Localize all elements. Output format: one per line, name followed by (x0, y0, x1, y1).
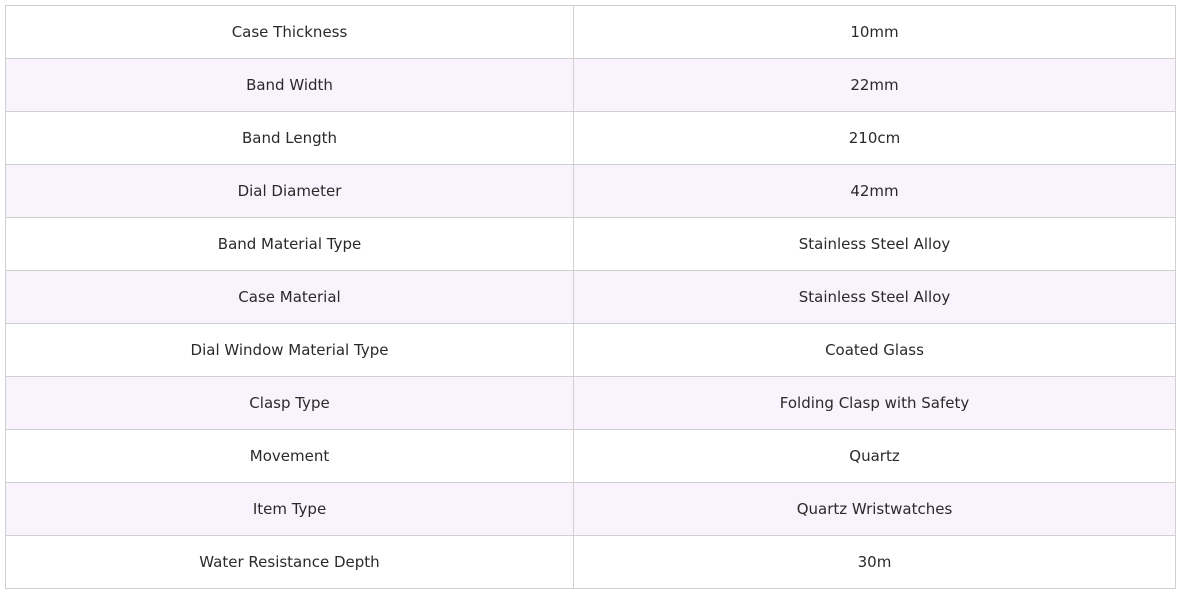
spec-value: Quartz (573, 429, 1176, 483)
spec-label: Dial Diameter (5, 164, 574, 218)
spec-label: Case Material (5, 270, 574, 324)
spec-value: 10mm (573, 5, 1176, 59)
spec-label: Band Material Type (5, 217, 574, 271)
table-row: Item Type Quartz Wristwatches (5, 482, 1176, 536)
spec-label: Band Length (5, 111, 574, 165)
specifications-table: Case Thickness 10mm Band Width 22mm Band… (5, 5, 1176, 589)
table-row: Dial Window Material Type Coated Glass (5, 323, 1176, 377)
spec-label: Item Type (5, 482, 574, 536)
table-row: Case Thickness 10mm (5, 5, 1176, 59)
spec-label: Band Width (5, 58, 574, 112)
table-row: Movement Quartz (5, 429, 1176, 483)
spec-label: Case Thickness (5, 5, 574, 59)
spec-value: Folding Clasp with Safety (573, 376, 1176, 430)
spec-value: Quartz Wristwatches (573, 482, 1176, 536)
spec-value: Stainless Steel Alloy (573, 217, 1176, 271)
table-row: Water Resistance Depth 30m (5, 535, 1176, 589)
table-row: Band Material Type Stainless Steel Alloy (5, 217, 1176, 271)
table-row: Band Width 22mm (5, 58, 1176, 112)
spec-value: Coated Glass (573, 323, 1176, 377)
table-row: Dial Diameter 42mm (5, 164, 1176, 218)
spec-value: 210cm (573, 111, 1176, 165)
spec-value: Stainless Steel Alloy (573, 270, 1176, 324)
spec-value: 42mm (573, 164, 1176, 218)
spec-label: Dial Window Material Type (5, 323, 574, 377)
spec-label: Clasp Type (5, 376, 574, 430)
spec-value: 22mm (573, 58, 1176, 112)
table-row: Case Material Stainless Steel Alloy (5, 270, 1176, 324)
spec-label: Movement (5, 429, 574, 483)
table-row: Band Length 210cm (5, 111, 1176, 165)
table-row: Clasp Type Folding Clasp with Safety (5, 376, 1176, 430)
spec-label: Water Resistance Depth (5, 535, 574, 589)
spec-value: 30m (573, 535, 1176, 589)
